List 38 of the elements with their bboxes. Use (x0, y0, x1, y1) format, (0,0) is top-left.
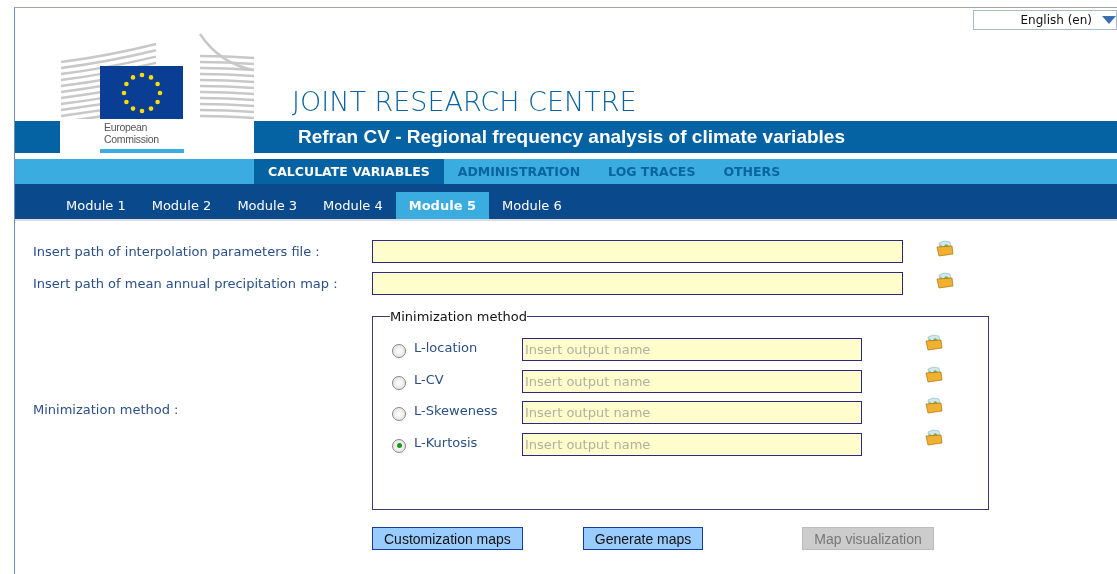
module-tab[interactable]: Module 4 (310, 192, 396, 219)
module-tab[interactable]: Module 3 (224, 192, 311, 219)
module-tab[interactable]: Module 6 (489, 192, 575, 219)
radio-button[interactable] (392, 407, 406, 421)
folder-icon[interactable] (936, 240, 954, 257)
folder-icon[interactable] (925, 334, 943, 351)
radio-label: L-CV (414, 371, 445, 387)
radio-button[interactable] (392, 438, 406, 453)
site-title: JOINT RESEARCH CENTRE (292, 85, 638, 119)
output-name-field[interactable]: Insert output name (522, 369, 862, 393)
module-tab[interactable]: Module 2 (138, 192, 225, 219)
action-button[interactable]: Customization maps (372, 527, 523, 550)
radio-button[interactable] (392, 375, 406, 390)
radio-label: L-Kurtosis (414, 434, 479, 450)
folder-icon[interactable] (925, 397, 943, 414)
path-field[interactable] (372, 272, 903, 295)
module-tab[interactable]: Module 1 (53, 192, 139, 219)
field-label: Insert path of interpolation parameters file : (33, 244, 321, 259)
radio-button[interactable] (392, 344, 406, 358)
output-name-field[interactable]: Insert output name (522, 338, 862, 361)
output-name-field[interactable]: Insert output name (522, 432, 862, 456)
nav-tab[interactable]: CALCULATE VARIABLES (254, 159, 444, 184)
folder-icon[interactable] (925, 365, 943, 383)
header-band (15, 121, 60, 153)
action-button[interactable]: Generate maps (582, 527, 704, 550)
folder-icon[interactable] (936, 272, 954, 289)
logo-text: European Commission (104, 121, 159, 145)
app-subtitle: Refran CV - Regional frequency analysis of climate variables (298, 126, 845, 148)
output-name-field[interactable]: Insert output name (522, 401, 862, 424)
field-label: Insert path of mean annual precipitation map : (33, 276, 339, 291)
path-field[interactable] (372, 240, 903, 263)
group-legend: Minimization method (390, 309, 527, 324)
field-label: Minimization method : (33, 402, 180, 417)
caret-icon[interactable] (1102, 16, 1116, 24)
folder-icon[interactable] (925, 428, 943, 446)
radio-label: L-location (414, 340, 479, 355)
radio-label: L-Skeweness (414, 403, 499, 418)
language-dropdown[interactable]: English (en) (973, 10, 1117, 30)
